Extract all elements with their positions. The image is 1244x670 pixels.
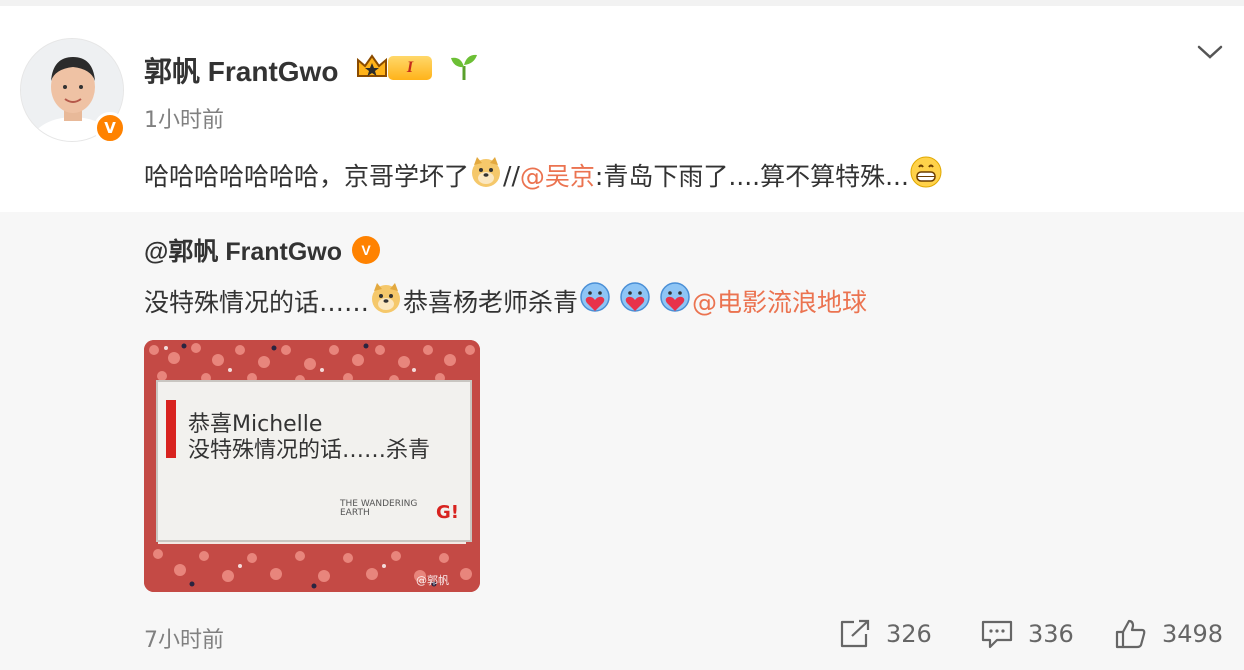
original-post-text: 没特殊情况的话…… 恭喜杨老师杀青 @电影流浪地球 [144,281,867,321]
post-image[interactable]: 恭喜Michelle 没特殊情况的话……杀青 THE WANDERING EAR… [144,340,480,592]
heart-hug-emoji-icon [658,281,692,321]
top-divider [0,0,1244,6]
like-count: 3498 [1162,620,1224,648]
comment-count: 336 [1028,620,1074,648]
original-author-name[interactable]: @郭帆 FrantGwo [144,232,342,268]
mention-link[interactable]: @吴京 [520,157,595,193]
film-logo: THE WANDERING EARTH [340,499,418,518]
original-author-link[interactable]: @郭帆 FrantGwo V [144,232,380,268]
like-button[interactable]: 3498 [1114,618,1223,650]
member-level-badge[interactable]: I [388,56,432,80]
mention-link[interactable]: @电影流浪地球 [692,283,867,319]
crown-icon [355,52,389,84]
cake-text-line: 没特殊情况的话……杀青 [188,438,431,463]
post-time[interactable]: 1小时前 [144,102,224,134]
post-text-part: 哈哈哈哈哈哈哈，京哥学坏了 [144,162,470,191]
brand-mark: G! [436,502,459,523]
thumbs-up-icon [1115,619,1146,649]
chevron-down-icon[interactable] [1196,40,1224,68]
author-name[interactable]: 郭帆 FrantGwo [144,50,338,90]
comment-button[interactable]: 336 [980,618,1074,650]
verified-badge-icon: V [352,236,380,264]
share-count: 326 [886,620,932,648]
doge-emoji-icon [469,155,503,195]
share-button[interactable]: 326 [838,618,932,650]
red-accent-bar [166,400,176,458]
doge-emoji-icon [369,281,403,321]
heart-hug-emoji-icon [578,281,612,321]
verified-badge: V [94,112,126,144]
image-watermark: @郭帆 [416,574,449,587]
original-text-part: 恭喜杨老师杀青 [403,288,579,317]
share-icon [840,619,870,648]
sprout-icon[interactable] [448,52,480,86]
post-text-part: :青岛下雨了....算不算特殊... [594,162,909,191]
heart-hug-emoji-icon [618,281,652,321]
original-post-time[interactable]: 7小时前 [144,622,224,654]
comment-icon [981,620,1013,649]
original-text-part: 没特殊情况的话…… [144,288,370,317]
post-text-separator: // [503,160,520,190]
grin-emoji-icon [909,155,943,195]
post-text: 哈哈哈哈哈哈哈，京哥学坏了 // @吴京 :青岛下雨了....算不算特殊... [144,155,943,195]
